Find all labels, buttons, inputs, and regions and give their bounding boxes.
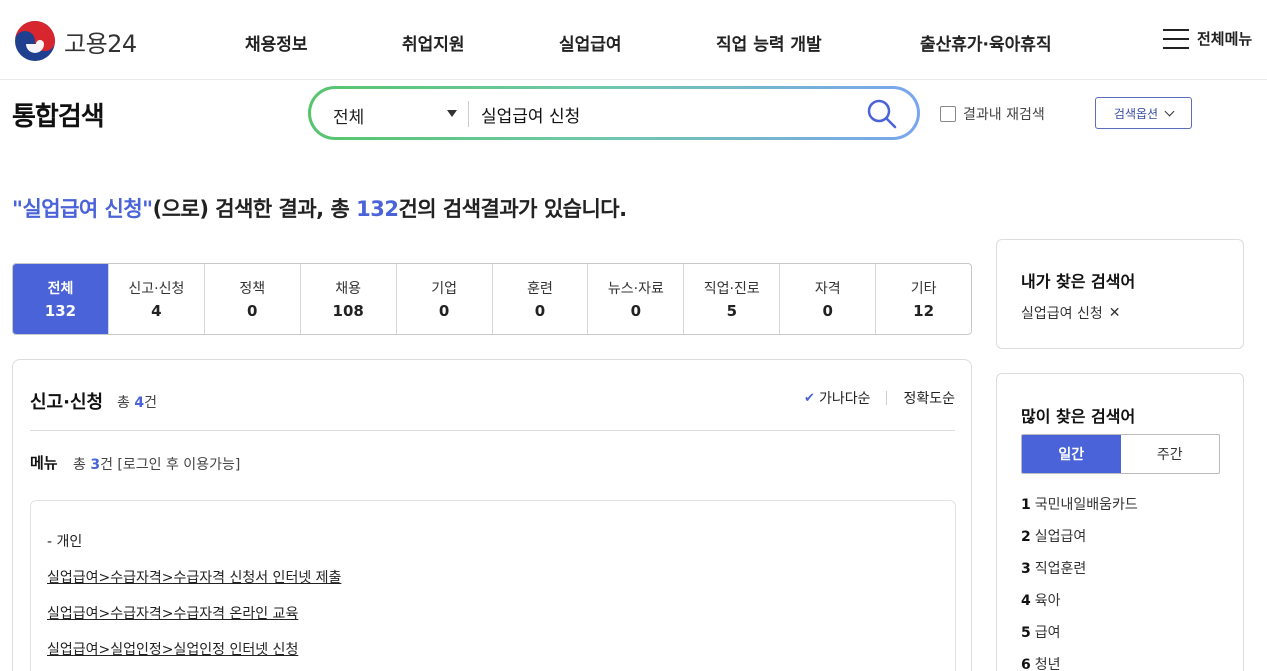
- site-header: 고용24 채용정보 취업지원 실업급여 직업 능력 개발 출산휴가·육아휴직 전…: [0, 0, 1267, 80]
- result-link[interactable]: 실업급여>실업인정>실업인정 인터넷 신청: [47, 639, 298, 659]
- tab-count: 5: [726, 302, 738, 320]
- chevron-down-icon: [1164, 106, 1175, 116]
- tab-label: 자격: [814, 281, 841, 297]
- popular-rank-item[interactable]: 4 육아: [1021, 590, 1061, 610]
- tab-etc[interactable]: 기타 12: [875, 264, 971, 334]
- all-menu-label: 전체메뉴: [1197, 30, 1253, 48]
- tab-jobs[interactable]: 채용 108: [299, 264, 396, 334]
- tab-count: 0: [247, 302, 258, 320]
- search-options-button[interactable]: 검색옵션: [1095, 97, 1192, 129]
- tab-count: 12: [913, 302, 935, 320]
- result-link[interactable]: 실업급여>수급자격>수급자격 온라인 교육: [47, 603, 298, 623]
- category-tabs: 전체 132 신고·신청 4 정책 0 채용 108 기업 0 훈련 0 뉴스·자료 0 직업…: [12, 263, 972, 335]
- nav-item-employment-support[interactable]: 취업지원: [402, 30, 465, 55]
- tab-policy[interactable]: 정책 0: [203, 264, 300, 334]
- tab-count: 0: [822, 302, 833, 320]
- section-count: 총 4건: [117, 395, 157, 411]
- search-options-label: 검색옵션: [1113, 106, 1159, 121]
- search-scope-select[interactable]: 전체: [333, 103, 364, 128]
- tab-report-apply[interactable]: 신고·신청 4: [107, 264, 204, 334]
- tab-label: 기업: [431, 281, 457, 297]
- section-title: 신고·신청: [30, 392, 104, 413]
- summary-keyword: "실업급여 신청": [12, 197, 153, 221]
- menu-results-box: - 개인 실업급여>수급자격>수급자격 신청서 인터넷 제출 실업급여>수급자격…: [30, 500, 956, 671]
- tab-count: 4: [151, 302, 162, 320]
- recent-search-term[interactable]: 실업급여 신청: [1021, 303, 1103, 323]
- recent-searches-panel: 내가 찾은 검색어 실업급여 신청 ✕: [996, 239, 1244, 349]
- tab-label: 정책: [239, 281, 266, 297]
- result-summary: "실업급여 신청"(으로) 검색한 결과, 총 132건의 검색결과가 있습니다…: [12, 193, 627, 223]
- logo-text: 고용24: [64, 29, 137, 58]
- menu-subtitle: 메뉴: [30, 454, 58, 472]
- menu-count: 총 3건 [로그인 후 이용가능]: [73, 457, 241, 473]
- sort-alpha-button[interactable]: 가나다순: [819, 388, 871, 408]
- period-toggle: 일간 주간: [1021, 434, 1220, 474]
- nav-item-skills-development[interactable]: 직업 능력 개발: [716, 30, 822, 55]
- close-icon[interactable]: ✕: [1109, 305, 1121, 321]
- hamburger-icon: [1163, 28, 1189, 49]
- popular-rank-item[interactable]: 6 청년: [1021, 654, 1061, 671]
- group-label-personal: - 개인: [47, 534, 83, 550]
- popular-rank-item[interactable]: 5 급여: [1021, 622, 1061, 642]
- section-divider: [30, 430, 955, 431]
- tab-all[interactable]: 전체 132: [13, 264, 108, 334]
- page-title: 통합검색: [12, 102, 105, 132]
- tab-count: 0: [630, 302, 642, 320]
- sort-accuracy-button[interactable]: 정확도순: [903, 388, 955, 408]
- result-link[interactable]: 실업급여>수급자격>수급자격 신청서 인터넷 제출: [47, 567, 341, 587]
- caret-down-icon[interactable]: [447, 110, 457, 117]
- recent-searches-title: 내가 찾은 검색어: [1021, 272, 1136, 291]
- search-icon[interactable]: [865, 97, 899, 131]
- tab-label: 채용: [335, 281, 362, 297]
- check-icon: ✔: [804, 390, 815, 406]
- tab-count: 132: [44, 302, 77, 320]
- tab-certification[interactable]: 자격 0: [779, 264, 875, 334]
- tab-news[interactable]: 뉴스·자료 0: [587, 264, 683, 334]
- summary-text-2: 건의 검색결과가 있습니다.: [398, 197, 627, 221]
- nav-item-job-info[interactable]: 채용정보: [245, 30, 308, 55]
- results-panel: 신고·신청 총 4건 ✔ 가나다순 정확도순 메뉴 총 3건 [로그인 후 이용…: [12, 359, 972, 671]
- popular-rank-item[interactable]: 2 실업급여: [1021, 526, 1086, 546]
- sort-options: ✔ 가나다순 정확도순: [804, 388, 955, 408]
- tab-count: 108: [332, 302, 364, 320]
- popular-searches-panel: 많이 찾은 검색어 일간 주간 1 국민내일배움카드 2 실업급여 3 직업훈련 4육…: [996, 373, 1244, 671]
- tab-label: 훈련: [527, 281, 553, 297]
- search-divider: [468, 101, 469, 127]
- research-within-results[interactable]: 결과내 재검색: [940, 104, 1045, 124]
- popular-rank-item[interactable]: 3 직업훈련: [1021, 558, 1086, 578]
- tab-count: 0: [534, 302, 546, 320]
- nav-item-parental-leave[interactable]: 출산휴가·육아휴직: [920, 30, 1052, 55]
- tab-training[interactable]: 훈련 0: [491, 264, 588, 334]
- popular-rank-item[interactable]: 1 국민내일배움카드: [1021, 494, 1138, 514]
- all-menu-button[interactable]: 전체메뉴: [1163, 28, 1252, 49]
- summary-count: 132: [356, 197, 399, 221]
- search-bar: 전체: [308, 86, 920, 140]
- research-label: 결과내 재검색: [963, 107, 1045, 123]
- nav-item-unemployment-benefits[interactable]: 실업급여: [559, 30, 622, 55]
- site-logo[interactable]: 고용24: [14, 20, 137, 62]
- tab-label: 뉴스·자료: [607, 281, 664, 297]
- search-input[interactable]: [481, 99, 861, 129]
- sort-divider: [886, 391, 888, 405]
- summary-text-1: (으로) 검색한 결과, 총: [152, 197, 357, 221]
- recent-search-item[interactable]: 실업급여 신청 ✕: [1021, 303, 1120, 323]
- popular-searches-title: 많이 찾은 검색어: [1021, 407, 1136, 426]
- tab-label: 직업·진로: [703, 281, 760, 297]
- tab-count: 0: [438, 302, 450, 320]
- tab-company[interactable]: 기업 0: [395, 264, 492, 334]
- research-checkbox[interactable]: [940, 106, 956, 122]
- tab-label: 전체: [47, 281, 74, 297]
- tab-label: 신고·신청: [128, 281, 185, 297]
- period-daily-button[interactable]: 일간: [1022, 435, 1121, 473]
- tab-label: 기타: [910, 281, 937, 297]
- taegeuk-logo-icon: [15, 21, 55, 61]
- tab-career[interactable]: 직업·진로 5: [683, 264, 779, 334]
- period-weekly-button[interactable]: 주간: [1121, 435, 1220, 473]
